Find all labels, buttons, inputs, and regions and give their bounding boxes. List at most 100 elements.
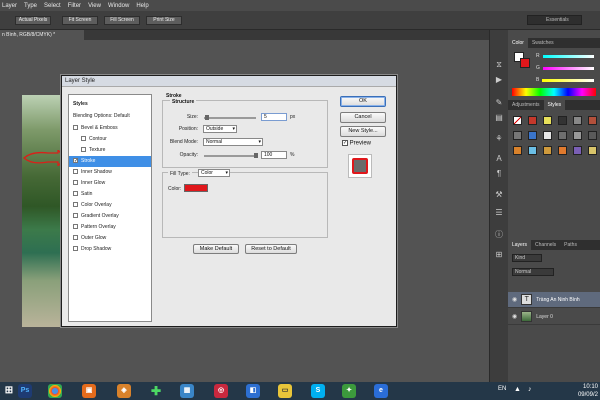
style-swatch[interactable] xyxy=(513,146,522,155)
style-item-contour[interactable]: Contour xyxy=(69,134,151,145)
brush-presets-icon[interactable]: ▤ xyxy=(494,113,504,123)
preview-checkbox[interactable]: ✓ Preview xyxy=(342,140,371,147)
stroke-color-swatch[interactable] xyxy=(184,184,208,192)
cancel-button[interactable]: Cancel xyxy=(340,112,386,123)
style-swatch[interactable] xyxy=(528,131,537,140)
layer-blend-mode[interactable]: Normal xyxy=(512,268,554,276)
size-input[interactable]: 5 xyxy=(261,113,287,121)
make-default-button[interactable]: Make Default xyxy=(193,244,239,254)
style-item-outer-glow[interactable]: Outer Glow xyxy=(69,233,151,244)
style-swatch[interactable] xyxy=(558,116,567,125)
style-swatch[interactable] xyxy=(528,146,537,155)
navigator-icon[interactable]: ⊞ xyxy=(494,250,504,260)
style-swatch[interactable] xyxy=(513,116,522,125)
chrome-taskbar-icon[interactable] xyxy=(48,384,62,398)
style-swatch[interactable] xyxy=(558,146,567,155)
style-item-inner-shadow[interactable]: Inner Shadow xyxy=(69,167,151,178)
checkbox[interactable] xyxy=(73,213,78,219)
style-swatch[interactable] xyxy=(588,131,597,140)
character-icon[interactable]: A xyxy=(494,154,504,164)
checkbox[interactable] xyxy=(81,147,86,153)
fill-screen-button[interactable]: Fill Screen xyxy=(104,16,140,25)
position-select[interactable]: Outside xyxy=(203,125,237,133)
style-item-pattern-overlay[interactable]: Pattern Overlay xyxy=(69,222,151,233)
tab-color[interactable]: Color xyxy=(508,38,528,48)
actions-icon[interactable]: ▶ xyxy=(494,75,504,85)
plus-taskbar-icon[interactable]: ✚ xyxy=(149,384,163,398)
properties-icon[interactable]: ☰ xyxy=(494,208,504,218)
style-swatch[interactable] xyxy=(588,116,597,125)
style-item-color-overlay[interactable]: Color Overlay xyxy=(69,200,151,211)
style-swatch[interactable] xyxy=(513,131,522,140)
checkbox[interactable] xyxy=(73,202,78,208)
fit-screen-button[interactable]: Fit Screen xyxy=(62,16,98,25)
style-swatch[interactable] xyxy=(543,131,552,140)
network-icon[interactable]: ▲ xyxy=(514,386,521,393)
checkbox[interactable] xyxy=(73,125,78,131)
opacity-input[interactable]: 100 xyxy=(261,151,287,159)
reset-to-default-button[interactable]: Reset to Default xyxy=(245,244,297,254)
style-swatch[interactable] xyxy=(573,146,582,155)
app-taskbar-icon-4[interactable]: ◧ xyxy=(246,384,260,398)
layer-filter-kind[interactable]: Kind xyxy=(512,254,542,262)
skype-taskbar-icon[interactable]: S xyxy=(311,384,325,398)
color-spectrum-bar[interactable] xyxy=(512,88,596,96)
style-item-inner-glow[interactable]: Inner Glow xyxy=(69,178,151,189)
style-item-satin[interactable]: Satin xyxy=(69,189,151,200)
ok-button[interactable]: OK xyxy=(340,96,386,107)
start-windows-icon[interactable]: ⊞ xyxy=(2,384,16,398)
tab-paths[interactable]: Paths xyxy=(560,240,581,250)
style-item-texture[interactable]: Texture xyxy=(69,145,151,156)
tab-styles[interactable]: Styles xyxy=(543,100,566,110)
background-color-swatch[interactable] xyxy=(520,58,530,68)
style-item-drop-shadow[interactable]: Drop Shadow xyxy=(69,244,151,255)
clone-source-icon[interactable]: ⚘ xyxy=(494,134,504,144)
checkbox[interactable] xyxy=(73,224,78,230)
style-swatch[interactable] xyxy=(543,146,552,155)
photoshop-taskbar-icon[interactable]: Ps xyxy=(18,384,32,398)
eye-icon[interactable]: ◉ xyxy=(512,296,517,303)
checkbox-checked[interactable]: ✓ xyxy=(73,158,78,164)
size-slider-track[interactable] xyxy=(204,117,256,119)
style-swatch[interactable] xyxy=(573,116,582,125)
checkbox[interactable] xyxy=(73,246,78,252)
style-swatch[interactable] xyxy=(543,116,552,125)
checkbox[interactable] xyxy=(73,169,78,175)
tab-adjustments[interactable]: Adjustments xyxy=(508,100,544,110)
info-icon[interactable]: ⓘ xyxy=(494,230,504,240)
checkbox[interactable] xyxy=(73,235,78,241)
style-item-stroke[interactable]: ✓ Stroke xyxy=(69,156,151,167)
checkbox[interactable] xyxy=(81,136,86,142)
app-taskbar-icon-7[interactable]: e xyxy=(374,384,388,398)
style-swatch[interactable] xyxy=(558,131,567,140)
print-size-button[interactable]: Print Size xyxy=(146,16,182,25)
checkbox[interactable] xyxy=(73,191,78,197)
menu-help[interactable]: Help xyxy=(136,3,148,9)
app-taskbar-icon-6[interactable]: ✦ xyxy=(342,384,356,398)
red-slider[interactable]: R xyxy=(536,53,594,59)
menu-select[interactable]: Select xyxy=(44,3,61,9)
actual-pixels-button[interactable]: Actual Pixels xyxy=(15,16,51,25)
green-slider[interactable]: G xyxy=(536,65,594,71)
tab-layers[interactable]: Layers xyxy=(508,240,532,250)
opacity-slider-thumb[interactable] xyxy=(254,153,258,158)
paragraph-icon[interactable]: ¶ xyxy=(494,169,504,179)
style-item-gradient-overlay[interactable]: Gradient Overlay xyxy=(69,211,151,222)
tab-swatches[interactable]: Swatches xyxy=(528,38,558,48)
eye-icon[interactable]: ◉ xyxy=(512,313,517,320)
menu-filter[interactable]: Filter xyxy=(68,3,81,9)
fill-type-select[interactable]: Color xyxy=(198,169,230,177)
opacity-slider-track[interactable] xyxy=(204,155,256,157)
style-swatch[interactable] xyxy=(528,116,537,125)
app-taskbar-icon-3[interactable]: ◎ xyxy=(214,384,228,398)
layer-row[interactable]: ◉ Layer 0 xyxy=(508,309,600,325)
menu-window[interactable]: Window xyxy=(108,3,129,9)
checkbox-checked-icon[interactable]: ✓ xyxy=(342,140,348,146)
style-item-bevel[interactable]: Bevel & Emboss xyxy=(69,123,151,134)
canvas-image[interactable] xyxy=(22,95,65,327)
workspace-select[interactable]: Essentials xyxy=(527,15,582,25)
menu-type[interactable]: Type xyxy=(24,3,37,9)
folder-taskbar-icon[interactable]: ▣ xyxy=(82,384,96,398)
tab-channels[interactable]: Channels xyxy=(531,240,560,250)
app-taskbar-icon-2[interactable]: ▦ xyxy=(180,384,194,398)
